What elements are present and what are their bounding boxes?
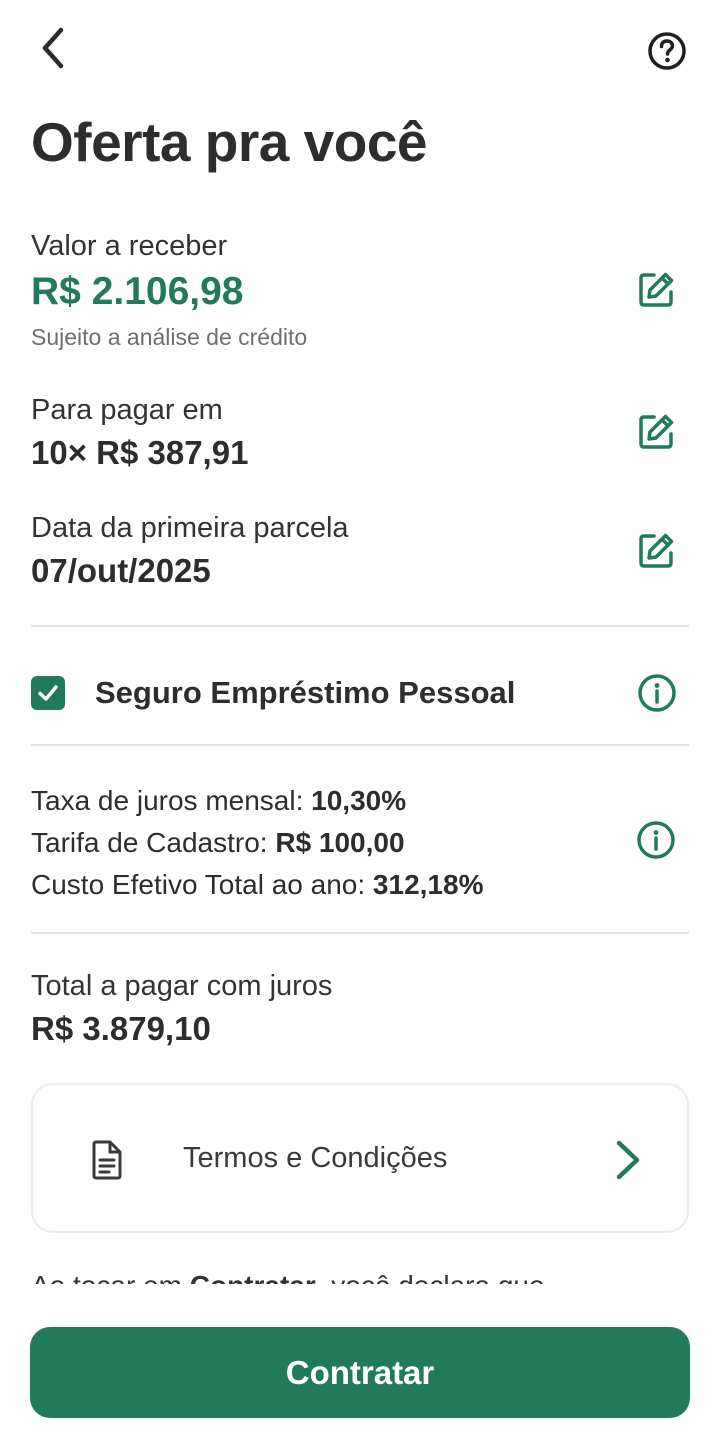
insurance-checkbox[interactable] xyxy=(31,676,65,710)
first-due-label: Data da primeira parcela xyxy=(31,512,349,544)
help-circle-icon xyxy=(648,32,686,70)
installments-label: Para pagar em xyxy=(31,394,223,426)
amount-label: Valor a receber xyxy=(31,230,228,262)
credit-analysis-note: Sujeito a análise de crédito xyxy=(31,324,308,350)
info-icon xyxy=(637,821,675,859)
edit-icon xyxy=(639,414,674,449)
page-title: Oferta pra você xyxy=(31,111,428,173)
edit-amount-button[interactable] xyxy=(634,268,678,312)
first-due-section: Data da primeira parcela 07/out/2025 xyxy=(31,510,691,592)
first-due-value: 07/out/2025 xyxy=(31,552,211,589)
back-button[interactable] xyxy=(28,24,76,72)
chevron-right-icon xyxy=(616,1140,640,1180)
document-icon xyxy=(92,1140,122,1180)
total-value: R$ 3.879,10 xyxy=(31,1010,211,1047)
divider xyxy=(31,625,689,627)
insurance-info-button[interactable] xyxy=(635,671,679,715)
registration-fee-value: R$ 100,00 xyxy=(275,827,405,858)
top-bar xyxy=(0,0,720,100)
chevron-left-icon xyxy=(42,27,64,69)
monthly-rate-value: 10,30% xyxy=(311,785,407,816)
edit-first-due-button[interactable] xyxy=(634,529,678,573)
monthly-rate: Taxa de juros mensal: 10,30% xyxy=(31,785,407,816)
edit-icon xyxy=(639,533,674,568)
insurance-row: Seguro Empréstimo Pessoal xyxy=(31,667,691,719)
check-icon xyxy=(38,685,58,701)
installments-value: 10× R$ 387,91 xyxy=(31,434,249,471)
amount-value: R$ 2.106,98 xyxy=(31,270,244,313)
rates-section: Taxa de juros mensal: 10,30% Tarifa de C… xyxy=(31,780,691,906)
contract-button-label: Contratar xyxy=(285,1353,435,1391)
total-effective-cost: Custo Efetivo Total ao ano: 312,18% xyxy=(31,869,484,900)
installments-section: Para pagar em 10× R$ 387,91 xyxy=(31,392,691,474)
registration-fee: Tarifa de Cadastro: R$ 100,00 xyxy=(31,827,405,858)
insurance-label: Seguro Empréstimo Pessoal xyxy=(95,675,516,710)
total-section: Total a pagar com juros R$ 3.879,10 xyxy=(31,968,691,1050)
terms-label: Termos e Condições xyxy=(183,1142,448,1174)
info-icon xyxy=(638,674,676,712)
rates-info-button[interactable] xyxy=(634,818,678,862)
amount-section: Valor a receber R$ 2.106,98 Sujeito a an… xyxy=(31,228,691,352)
edit-installments-button[interactable] xyxy=(634,410,678,454)
divider xyxy=(31,744,689,746)
divider xyxy=(31,932,689,934)
terms-and-conditions-card[interactable]: Termos e Condições xyxy=(31,1083,689,1233)
total-effective-cost-value: 312,18% xyxy=(372,869,484,900)
edit-icon xyxy=(639,272,674,307)
contract-button[interactable]: Contratar xyxy=(30,1327,690,1418)
total-label: Total a pagar com juros xyxy=(31,970,333,1002)
declaration-text: Ao tocar em Contratar, você declara que xyxy=(31,1262,691,1284)
help-button[interactable] xyxy=(643,27,691,75)
